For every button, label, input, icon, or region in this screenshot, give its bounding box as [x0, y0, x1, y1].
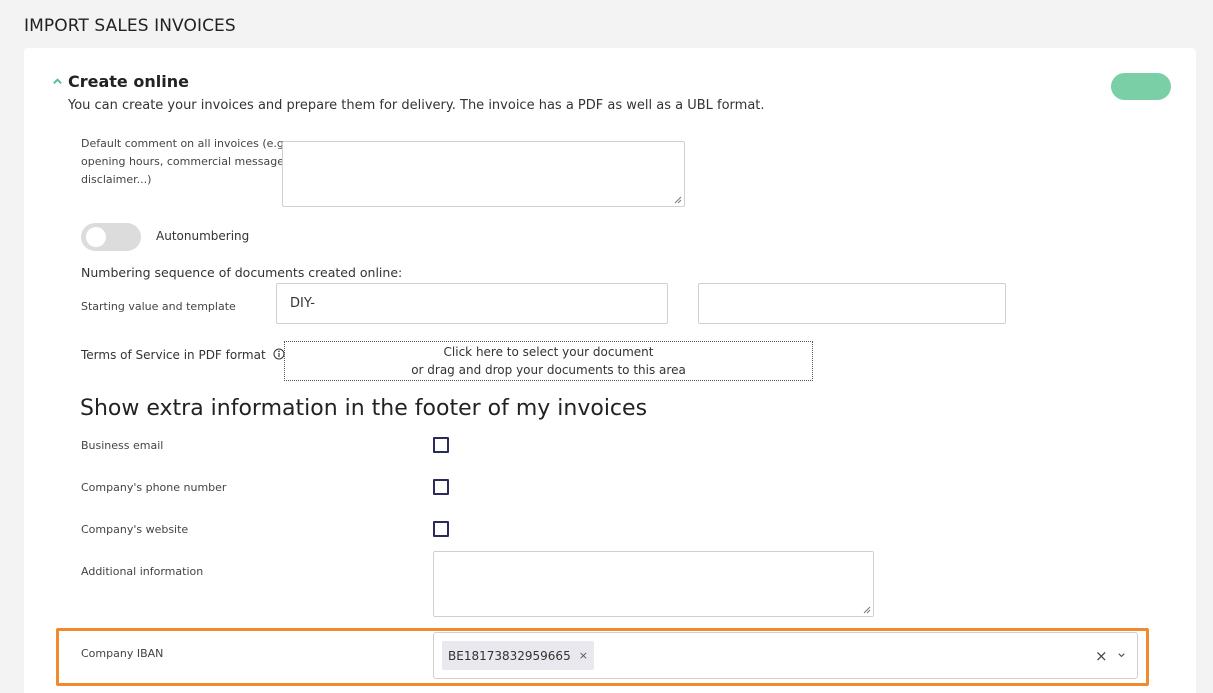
starting-value-input[interactable]: DIY- — [276, 283, 668, 324]
iban-chip-label: BE18173832959665 — [448, 648, 571, 663]
default-comment-label-line3: disclaimer...) — [81, 173, 152, 186]
additional-info-label: Additional information — [81, 565, 204, 578]
autonumbering-label: Autonumbering — [156, 229, 250, 243]
resize-grip-icon[interactable] — [674, 196, 682, 204]
phone-label: Company's phone number — [81, 481, 227, 494]
terms-label: Terms of Service in PDF format — [81, 348, 266, 362]
chevron-down-icon[interactable] — [1116, 650, 1127, 661]
iban-label: Company IBAN — [81, 647, 164, 660]
section-header[interactable]: Create online — [52, 72, 189, 91]
website-checkbox[interactable] — [433, 521, 449, 537]
additional-info-textarea[interactable] — [433, 551, 874, 617]
chip-remove-icon[interactable]: × — [579, 649, 588, 662]
template-input[interactable] — [698, 283, 1006, 324]
default-comment-label-line1: Default comment on all invoices (e.g. — [81, 137, 288, 150]
dropzone-line1: Click here to select your document — [443, 345, 654, 359]
iban-chip[interactable]: BE18173832959665 × — [442, 641, 594, 670]
section-description: You can create your invoices and prepare… — [68, 98, 765, 113]
terms-dropzone[interactable]: Click here to select your document or dr… — [284, 341, 813, 381]
dropzone-line2: or drag and drop your documents to this … — [411, 363, 686, 377]
footer-heading: Show extra information in the footer of … — [80, 396, 648, 421]
business-email-checkbox[interactable] — [433, 437, 449, 453]
chevron-up-icon[interactable] — [52, 76, 63, 87]
numbering-heading: Numbering sequence of documents created … — [81, 265, 403, 280]
phone-checkbox[interactable] — [433, 479, 449, 495]
terms-label-row: Terms of Service in PDF format — [81, 348, 285, 362]
section-title: Create online — [68, 72, 189, 91]
default-comment-textarea[interactable] — [282, 141, 685, 207]
switch-knob — [86, 227, 106, 247]
starting-value-label: Starting value and template — [81, 300, 236, 313]
iban-select[interactable]: BE18173832959665 × × — [433, 632, 1138, 679]
default-comment-label: Default comment on all invoices (e.g. op… — [81, 135, 287, 189]
business-email-label: Business email — [81, 439, 164, 452]
create-online-toggle[interactable] — [1111, 73, 1171, 100]
info-icon[interactable] — [273, 348, 285, 360]
website-label: Company's website — [81, 523, 189, 536]
default-comment-label-line2: opening hours, commercial message, — [81, 155, 288, 168]
clear-icon[interactable]: × — [1095, 647, 1108, 665]
resize-grip-icon[interactable] — [863, 606, 871, 614]
autonumbering-switch[interactable] — [81, 223, 141, 251]
page-title: IMPORT SALES INVOICES — [24, 16, 236, 36]
